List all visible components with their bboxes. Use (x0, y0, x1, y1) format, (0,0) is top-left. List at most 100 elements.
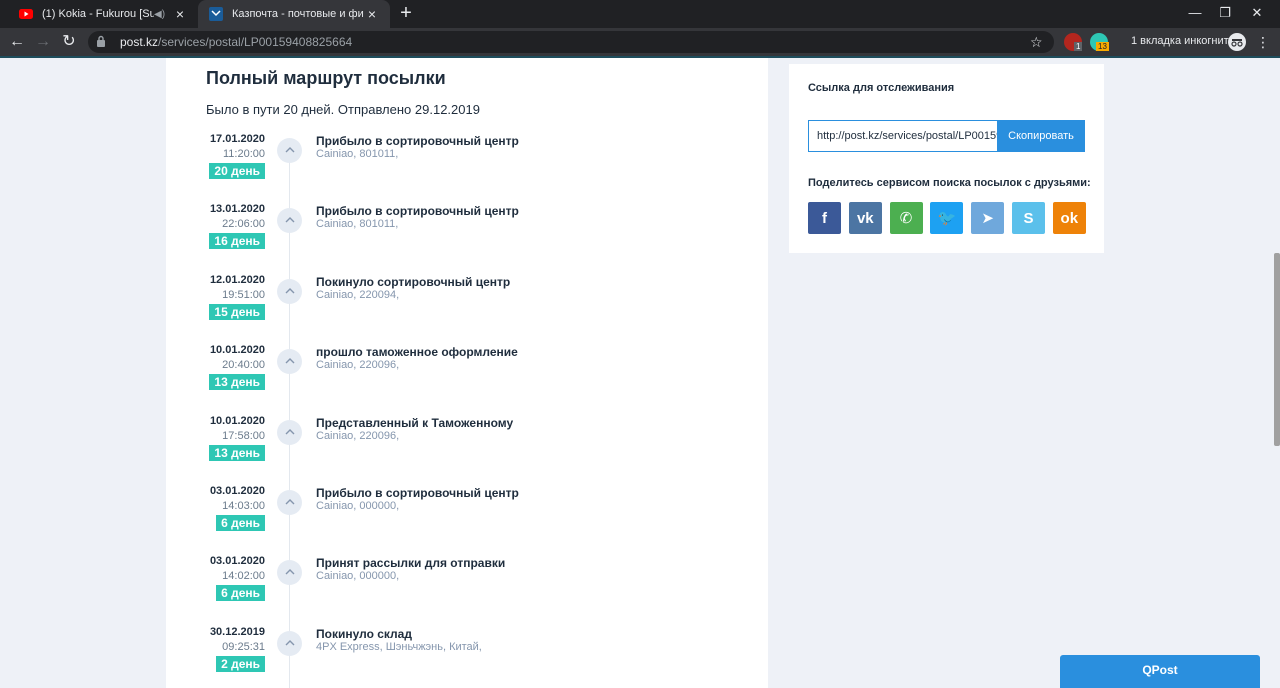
minimize-icon[interactable]: — (1180, 0, 1210, 28)
event-time: 11:20:00 (222, 148, 265, 160)
event-status: Прибыло в сортировочный центр (316, 204, 519, 219)
event-day-badge: 15 день (209, 303, 265, 320)
extension-ublock-icon[interactable]: 1 (1064, 33, 1083, 51)
event-date: 30.12.2019 (209, 625, 265, 638)
tracking-link-title: Ссылка для отслеживания (808, 82, 955, 94)
extension-badge: 13 (1096, 42, 1109, 51)
tab-title: (1) Kokia - Fukurou [Sub Español] (42, 8, 154, 20)
timeline-event: 03.01.2020 14:02:00 6 день Принят рассылки … (166, 555, 768, 625)
qpost-button[interactable]: QPost (1060, 655, 1260, 688)
bookmark-star-icon[interactable]: ☆ (1030, 34, 1046, 51)
share-title: Поделитесь сервисом поиска посылок с дру… (808, 177, 1091, 189)
event-location: Cainiao, 801011, (316, 148, 399, 160)
chevron-up-icon[interactable] (277, 630, 302, 656)
event-time: 17:58:00 (222, 429, 265, 442)
event-status: Принят рассылки для отправки (316, 556, 506, 571)
event-day-badge: 20 день (209, 163, 265, 179)
timeline-event: 17.01.2020 11:20:00 20 день Прибыло в сорти… (166, 133, 768, 203)
whatsapp-icon[interactable]: ✆ (889, 202, 923, 234)
event-location: Cainiao, 220096, (316, 429, 400, 442)
event-location: Cainiao, 000000, (316, 500, 400, 512)
event-date: 17.01.2020 (209, 133, 265, 145)
incognito-label[interactable]: 1 вкладка инкогнито (1131, 35, 1235, 47)
timeline-event: 03.01.2020 14:03:00 6 день Прибыло в сортир… (166, 485, 768, 555)
tab-kazpost[interactable]: Казпочта - почтовые и финансовые услуги … (198, 0, 390, 28)
event-time: 14:02:00 (222, 570, 265, 583)
event-location: Cainiao, 801011, (316, 218, 399, 231)
event-date: 10.01.2020 (209, 344, 265, 357)
back-icon[interactable]: ← (6, 32, 28, 52)
close-tab-icon[interactable]: × (172, 6, 188, 22)
scrollbar-thumb[interactable] (1274, 253, 1280, 446)
lock-icon (96, 35, 110, 49)
extension-icon[interactable]: 13 (1090, 33, 1109, 51)
telegram-icon[interactable]: ➤ (971, 202, 1005, 234)
timeline-event: 10.01.2020 17:58:00 13 день Представленный … (166, 415, 768, 485)
new-tab-button[interactable]: + (396, 3, 416, 24)
copy-button[interactable]: Скопировать (997, 120, 1085, 152)
event-day-badge: 16 день (209, 233, 265, 250)
skype-icon[interactable]: S (1012, 202, 1045, 234)
tab-bar: (1) Kokia - Fukurou [Sub Español] ◀) × К… (0, 0, 1280, 28)
chevron-up-icon[interactable] (277, 138, 302, 163)
reload-icon[interactable]: ↻ (58, 32, 80, 52)
chevron-up-icon[interactable] (277, 278, 302, 304)
event-day-badge: 13 день (209, 444, 265, 461)
incognito-icon[interactable] (1228, 33, 1246, 51)
share-card: Ссылка для отслеживания http://post.kz/s… (789, 64, 1104, 253)
event-time: 09:25:31 (222, 640, 265, 653)
chevron-up-icon[interactable] (277, 349, 302, 375)
chevron-up-icon[interactable] (277, 560, 302, 586)
timeline-event: 13.01.2020 22:06:00 16 день Прибыло в сорти… (166, 203, 768, 273)
timeline-event: 30.12.2019 09:25:31 2 день Покинуло склад 4P… (166, 626, 768, 688)
chevron-up-icon[interactable] (277, 208, 302, 234)
youtube-icon (18, 6, 34, 22)
event-status: прошло таможенное оформление (316, 345, 518, 360)
event-day-badge: 13 день (209, 374, 265, 391)
event-day-badge: 6 день (216, 585, 265, 602)
event-location: Cainiao, 000000, (316, 570, 400, 583)
vk-icon[interactable]: vk (848, 202, 882, 234)
browser-toolbar: ← → ↻ post.kz/services/postal/LP00159408… (0, 28, 1280, 56)
event-location: Cainiao, 220094, (316, 288, 400, 301)
event-time: 14:03:00 (222, 500, 265, 512)
event-date: 13.01.2020 (209, 203, 265, 216)
chevron-up-icon[interactable] (277, 490, 302, 515)
audio-icon[interactable]: ◀) (154, 9, 168, 20)
event-status: Покинуло склад (316, 626, 412, 641)
menu-icon[interactable]: ⋮ (1256, 32, 1270, 52)
forward-icon[interactable]: → (32, 32, 54, 52)
close-tab-icon[interactable]: × (364, 6, 380, 22)
event-date: 03.01.2020 (209, 485, 265, 497)
close-window-icon[interactable]: ✕ (1242, 0, 1272, 28)
event-date: 12.01.2020 (209, 273, 265, 286)
page-title: Полный маршрут посылки (206, 68, 446, 88)
maximize-icon[interactable]: ❐ (1210, 0, 1240, 28)
facebook-icon[interactable]: f (808, 202, 841, 234)
event-status: Представленный к Таможенному (316, 415, 514, 430)
event-location: 4PX Express, Шэньчжэнь, Китай, (316, 640, 482, 653)
event-date: 03.01.2020 (209, 555, 265, 568)
timeline-event: 10.01.2020 20:40:00 13 день прошло таможенн… (166, 344, 768, 414)
event-location: Cainiao, 220096, (316, 359, 400, 372)
event-status: Прибыло в сортировочный центр (316, 486, 519, 500)
url-text: post.kz/services/postal/LP00159408825664 (120, 35, 353, 49)
tab-youtube[interactable]: (1) Kokia - Fukurou [Sub Español] ◀) × (8, 0, 198, 28)
twitter-icon[interactable]: 🐦 (930, 202, 964, 234)
tracking-link-field[interactable]: http://post.kz/services/postal/LP0015940… (808, 120, 998, 152)
tab-title: Казпочта - почтовые и финансовые услуги (232, 8, 364, 20)
route-summary: Было в пути 20 дней. Отправлено 29.12.20… (206, 102, 480, 117)
event-status: Покинуло сортировочный центр (316, 274, 511, 289)
event-time: 20:40:00 (222, 359, 265, 372)
timeline-event: 12.01.2020 19:51:00 15 день Покинуло сортир… (166, 274, 768, 344)
event-date: 10.01.2020 (209, 414, 265, 427)
event-day-badge: 2 день (216, 655, 265, 672)
event-status: Прибыло в сортировочный центр (316, 134, 519, 148)
odnoklassniki-icon[interactable]: ok (1052, 202, 1086, 234)
chevron-up-icon[interactable] (277, 419, 302, 445)
event-time: 22:06:00 (222, 218, 265, 231)
address-bar[interactable]: post.kz/services/postal/LP00159408825664… (88, 31, 1054, 53)
event-day-badge: 6 день (216, 515, 265, 531)
event-time: 19:51:00 (222, 288, 265, 301)
kazpost-icon (208, 6, 224, 22)
